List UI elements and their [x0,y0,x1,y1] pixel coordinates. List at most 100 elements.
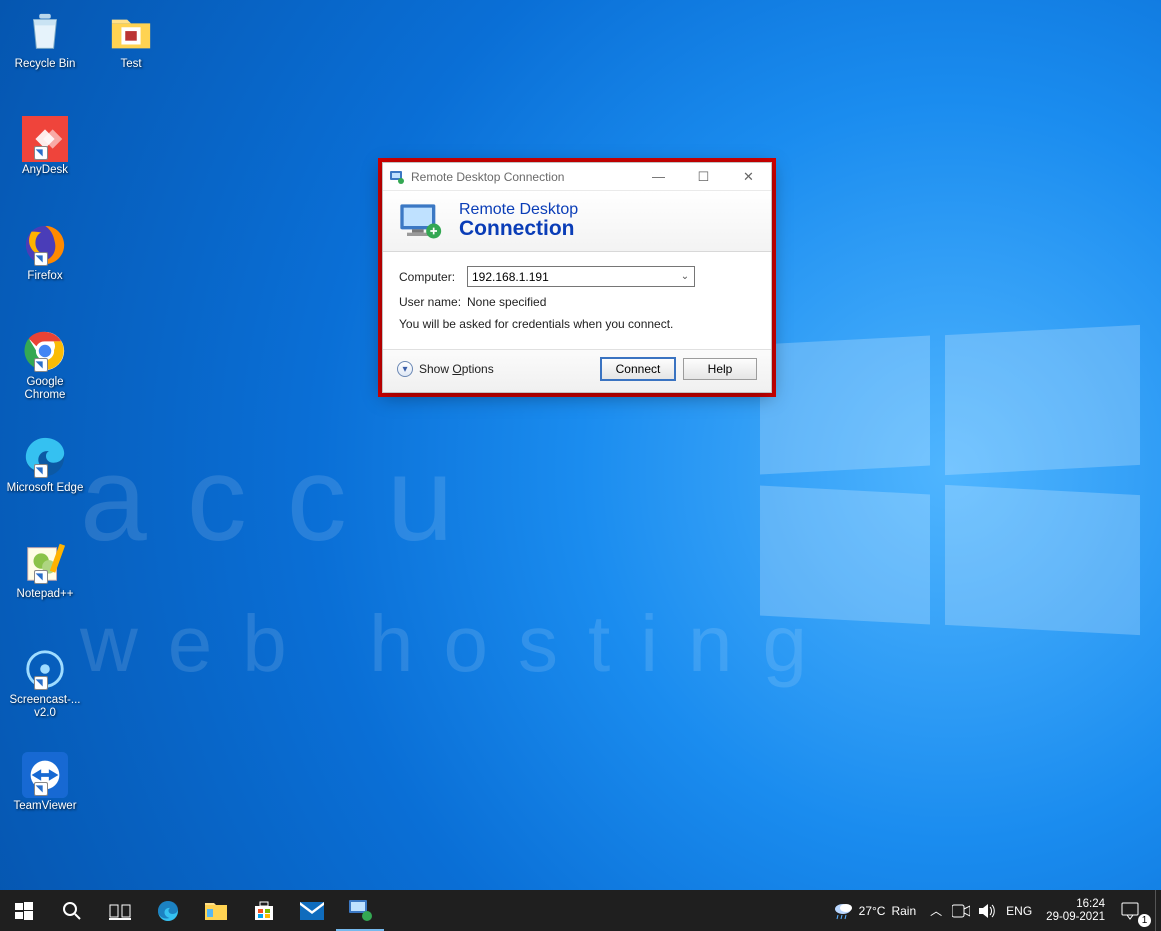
volume-button[interactable] [974,890,1000,931]
help-button[interactable]: Help [683,358,757,380]
taskbar-app-mail[interactable] [288,890,336,931]
taskbar[interactable]: 27°C Rain ︿ ENG 16:24 29-09-2021 [0,890,1161,931]
remote-desktop-window[interactable]: Remote Desktop Connection — ☐ ✕ Remote D… [382,162,772,393]
desktop-icon-teamviewer[interactable]: TeamViewer [6,752,84,813]
taskbar-app-explorer[interactable] [192,890,240,931]
desktop-icon-label: Test [92,58,170,71]
search-button[interactable] [48,890,96,931]
username-label: User name: [399,295,467,309]
screencast-icon [22,646,68,692]
desktop-icon-label: TeamViewer [6,800,84,813]
recycle-bin-icon [22,10,68,56]
desktop[interactable]: accu web hosting Recycle Bin Test AnyDes… [0,0,1161,931]
connect-button[interactable]: Connect [601,358,675,380]
clock-date: 29-09-2021 [1046,911,1105,924]
desktop-icon-anydesk[interactable]: AnyDesk [6,116,84,177]
start-button[interactable] [0,890,48,931]
weather-icon [833,902,853,920]
desktop-icon-label: Recycle Bin [6,58,84,71]
edge-icon [156,899,180,923]
computer-combobox[interactable]: ⌄ [467,266,695,287]
rdc-body: Computer: ⌄ User name: None specified Yo… [383,252,771,349]
desktop-icon-screencast[interactable]: Screencast-... v2.0 [6,646,84,720]
weather-temp: 27°C [859,904,886,918]
desktop-icon-edge[interactable]: Microsoft Edge [6,434,84,495]
rdc-highlight-frame: Remote Desktop Connection — ☐ ✕ Remote D… [378,158,776,397]
computer-label: Computer: [399,270,467,284]
minimize-button[interactable]: — [636,163,681,191]
desktop-icon-firefox[interactable]: Firefox [6,222,84,283]
credentials-hint: You will be asked for credentials when y… [399,317,755,331]
close-icon: ✕ [743,169,754,185]
shortcut-arrow-icon [34,782,48,796]
maximize-icon: ☐ [698,169,710,185]
close-button[interactable]: ✕ [726,163,771,191]
watermark: accu web hosting [80,430,837,690]
system-tray: 27°C Rain ︿ ENG 16:24 29-09-2021 [825,890,1161,931]
desktop-icon-label: Firefox [6,270,84,283]
shortcut-arrow-icon [34,146,48,160]
chrome-icon [22,328,68,374]
rdc-banner-text: Remote Desktop Connection [459,202,578,241]
weather-widget[interactable]: 27°C Rain [825,890,925,931]
desktop-icon-label: AnyDesk [6,164,84,177]
clock[interactable]: 16:24 29-09-2021 [1038,890,1113,931]
windows-logo-bg [760,330,1140,630]
show-options-label: Show Options [419,362,494,376]
rdc-banner: Remote Desktop Connection [383,191,771,252]
clock-time: 16:24 [1046,898,1105,911]
desktop-icon-recycle-bin[interactable]: Recycle Bin [6,10,84,71]
language-label: ENG [1006,904,1032,918]
minimize-icon: — [652,169,665,184]
desktop-icon-notepadpp[interactable]: Notepad++ [6,540,84,601]
notification-icon [1121,902,1139,920]
action-center-button[interactable]: 1 [1113,890,1155,931]
rdc-footer: ▾ Show Options Connect Help [383,349,771,392]
anydesk-icon [22,116,68,162]
computer-input[interactable] [468,267,676,286]
folder-icon [204,900,228,922]
store-icon [253,900,275,922]
rdc-title-icon [389,169,405,185]
notification-badge: 1 [1138,914,1151,927]
chevron-down-icon[interactable]: ⌄ [676,267,694,286]
search-icon [62,901,82,921]
weather-desc: Rain [891,904,916,918]
desktop-icon-label: Google Chrome [6,376,84,402]
edge-icon [22,434,68,480]
shortcut-arrow-icon [34,464,48,478]
folder-icon [108,10,154,56]
taskbar-app-edge[interactable] [144,890,192,931]
tray-overflow-button[interactable]: ︿ [924,890,948,931]
taskbar-app-rdc[interactable] [336,890,384,931]
shortcut-arrow-icon [34,252,48,266]
teamviewer-icon [22,752,68,798]
firefox-icon [22,222,68,268]
shortcut-arrow-icon [34,676,48,690]
desktop-icon-chrome[interactable]: Google Chrome [6,328,84,402]
taskbar-app-store[interactable] [240,890,288,931]
volume-icon [978,903,996,919]
meet-now-button[interactable] [948,890,974,931]
mail-icon [300,902,324,920]
title-bar[interactable]: Remote Desktop Connection — ☐ ✕ [383,163,771,191]
desktop-icon-test-folder[interactable]: Test [92,10,170,71]
window-title: Remote Desktop Connection [411,170,636,184]
shortcut-arrow-icon [34,570,48,584]
rdc-icon [348,899,372,921]
rdc-banner-icon [397,201,447,241]
camera-icon [952,903,970,919]
chevron-up-icon: ︿ [930,902,942,919]
chevron-down-icon: ▾ [397,361,413,377]
language-button[interactable]: ENG [1000,890,1038,931]
windows-icon [15,902,33,920]
maximize-button[interactable]: ☐ [681,163,726,191]
desktop-icon-label: Screencast-... v2.0 [6,694,84,720]
show-options-button[interactable]: ▾ Show Options [397,361,494,377]
show-desktop-button[interactable] [1155,890,1161,931]
shortcut-arrow-icon [34,358,48,372]
task-view-button[interactable] [96,890,144,931]
username-value: None specified [467,295,546,309]
desktop-icon-label: Notepad++ [6,588,84,601]
task-view-icon [109,902,131,920]
